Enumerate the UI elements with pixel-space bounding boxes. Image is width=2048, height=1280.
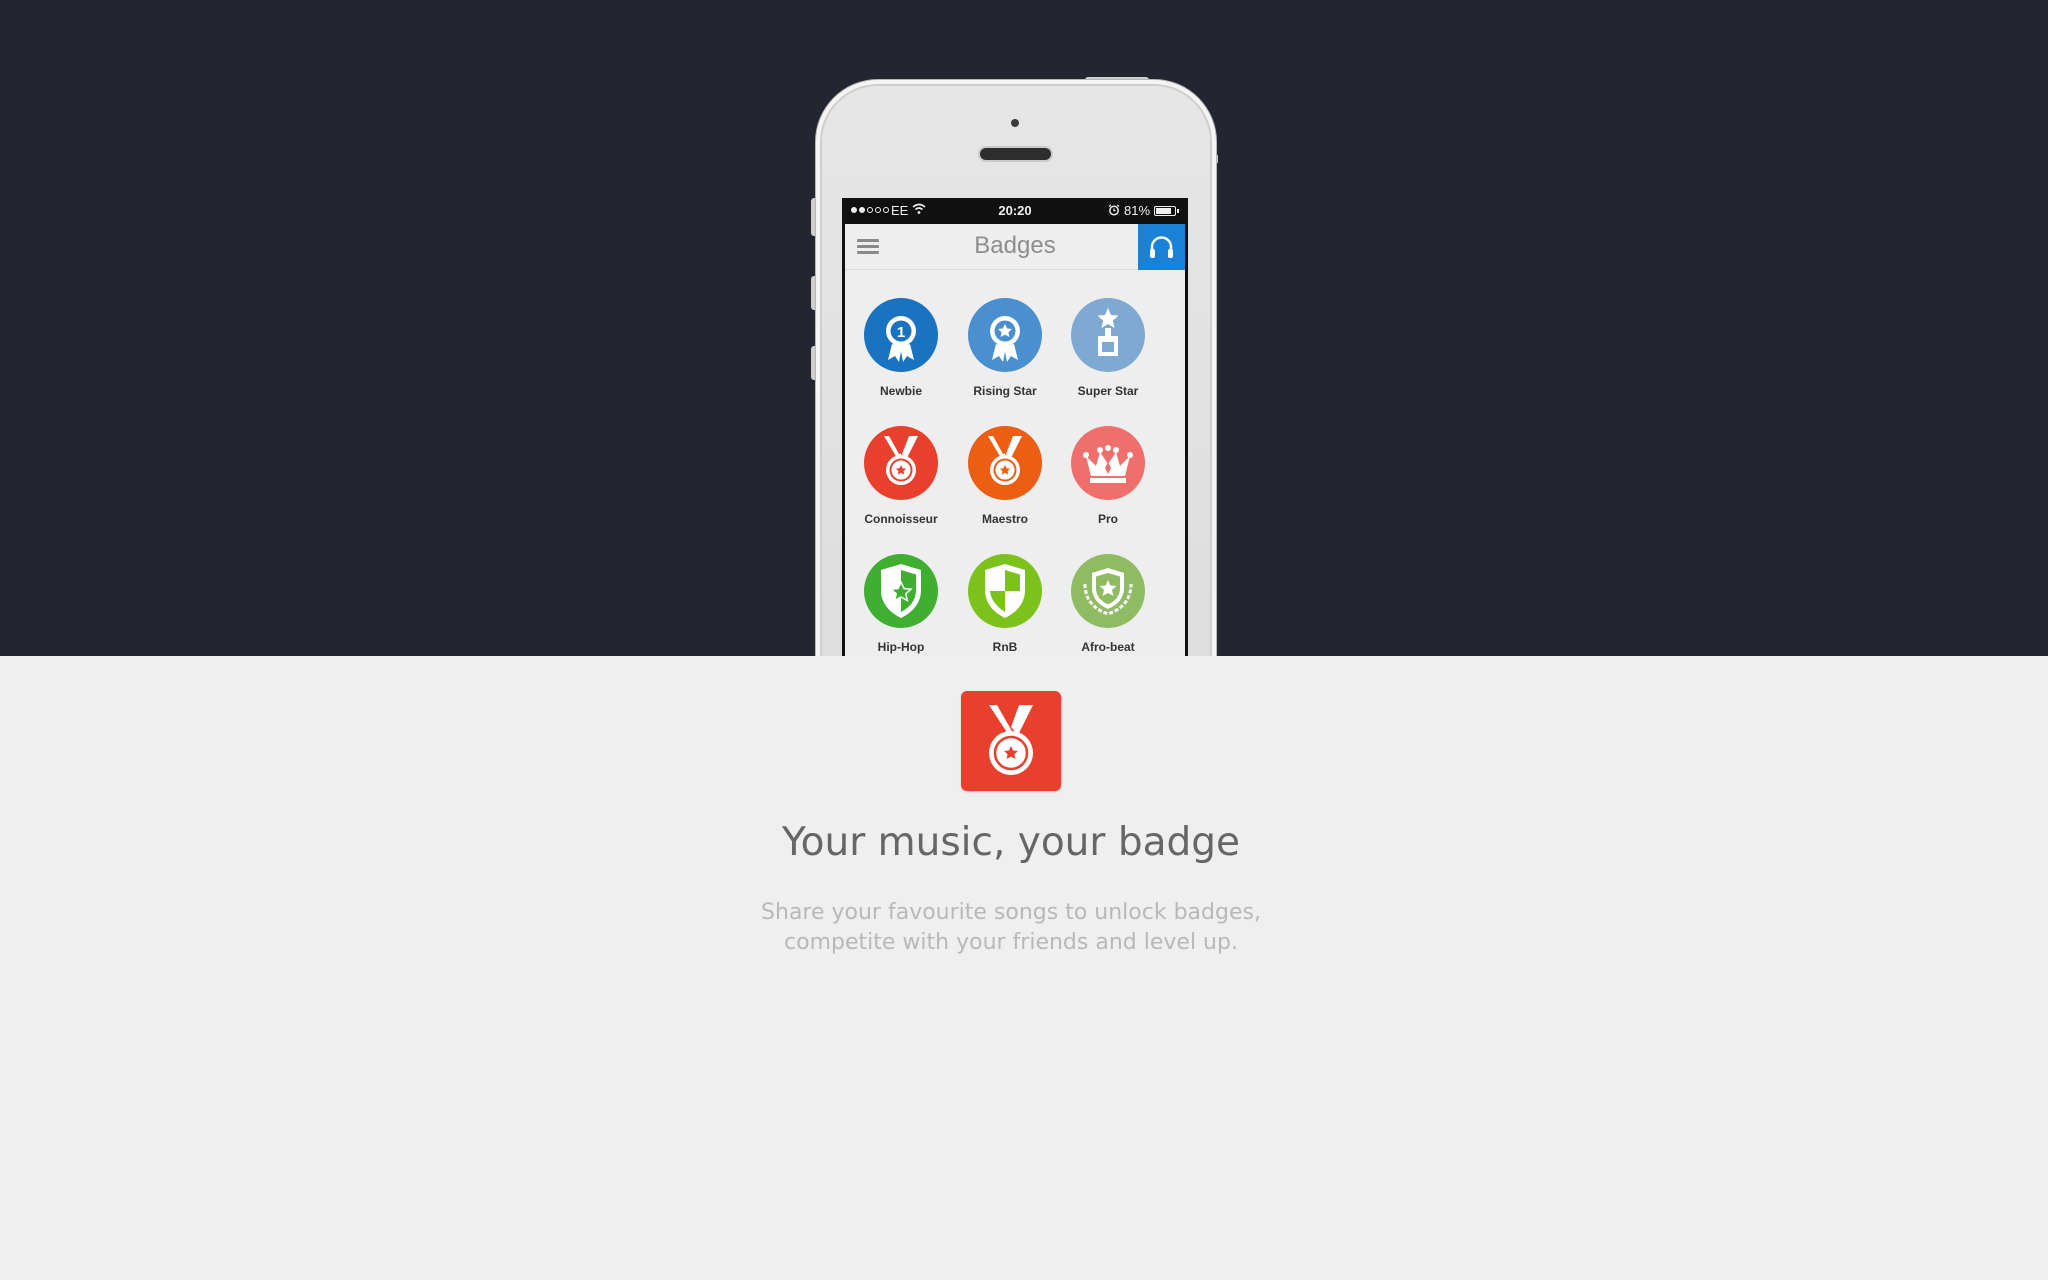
badge-label: Pro (1097, 512, 1118, 526)
ribbon-number-one-icon: 1 (886, 316, 916, 362)
badge-item[interactable]: Rising Star (955, 298, 1055, 398)
badge-circle (1071, 554, 1145, 628)
badge-circle (968, 426, 1042, 500)
battery-percentage: 81% (1124, 203, 1151, 218)
headline: Your music, your badge (781, 820, 1240, 865)
badge-circle (1071, 298, 1145, 372)
badge-item[interactable]: Connoisseur (851, 426, 951, 526)
badge-label: Maestro (981, 512, 1028, 526)
badge-label: Hip-Hop (877, 640, 925, 654)
page-title: Badges (974, 232, 1056, 259)
badge-item[interactable]: Afro-beat (1058, 554, 1158, 654)
badge-label: Connoisseur (864, 512, 938, 526)
ribbon-star-icon (990, 316, 1020, 362)
app-nav-bar: Badges (845, 224, 1185, 270)
badge-item[interactable]: Hip-Hop (851, 554, 951, 654)
badge-circle (864, 554, 938, 628)
alarm-clock-icon (1108, 204, 1120, 216)
badge-circle (968, 298, 1042, 372)
subtext-line-1: Share your favourite songs to unlock bad… (761, 900, 1261, 925)
badge-item[interactable]: Pro (1058, 426, 1158, 526)
badge-circle (1071, 426, 1145, 500)
medal-icon (884, 436, 918, 485)
medal-icon (988, 436, 1022, 485)
trophy-star-icon (1097, 308, 1119, 356)
badge-circle (864, 426, 938, 500)
badge-label: Rising Star (973, 384, 1037, 398)
badge-label: Super Star (1077, 384, 1139, 398)
phone-speaker (980, 148, 1051, 160)
badge-label: Newbie (879, 384, 922, 398)
app-icon (961, 691, 1061, 791)
listen-button[interactable] (1138, 224, 1185, 270)
status-bar: EE 20:20 81% (842, 198, 1188, 224)
badge-item[interactable]: RnB (955, 554, 1055, 654)
battery-icon (1154, 206, 1179, 216)
crown-icon (1083, 445, 1133, 483)
subtext-line-2: competite with your friends and level up… (784, 930, 1238, 955)
badge-item[interactable]: 1 Newbie (851, 298, 951, 398)
badge-circle: 1 (864, 298, 938, 372)
medal-icon (989, 705, 1033, 775)
phone-camera (1011, 119, 1019, 127)
badge-grid: 1 Newbie Rising Star Super Star Connoiss… (845, 270, 1185, 656)
badge-item[interactable]: Maestro (955, 426, 1055, 526)
subtext: Share your favourite songs to unlock bad… (0, 898, 2022, 958)
headphones-icon (1150, 236, 1173, 258)
badge-label: Afro-beat (1081, 640, 1135, 654)
phone-screen: EE 20:20 81% Badges 1 Newbie Rising Star… (842, 198, 1188, 656)
shield-checker-icon (985, 564, 1025, 618)
shield-star-icon (881, 564, 921, 618)
svg-text:1: 1 (897, 324, 905, 341)
badge-label: RnB (992, 640, 1018, 654)
badge-item[interactable]: Super Star (1058, 298, 1158, 398)
shield-laurel-icon (1083, 568, 1133, 616)
hero-section: EE 20:20 81% Badges 1 Newbie Rising Star… (0, 0, 2048, 656)
badge-circle (968, 554, 1042, 628)
